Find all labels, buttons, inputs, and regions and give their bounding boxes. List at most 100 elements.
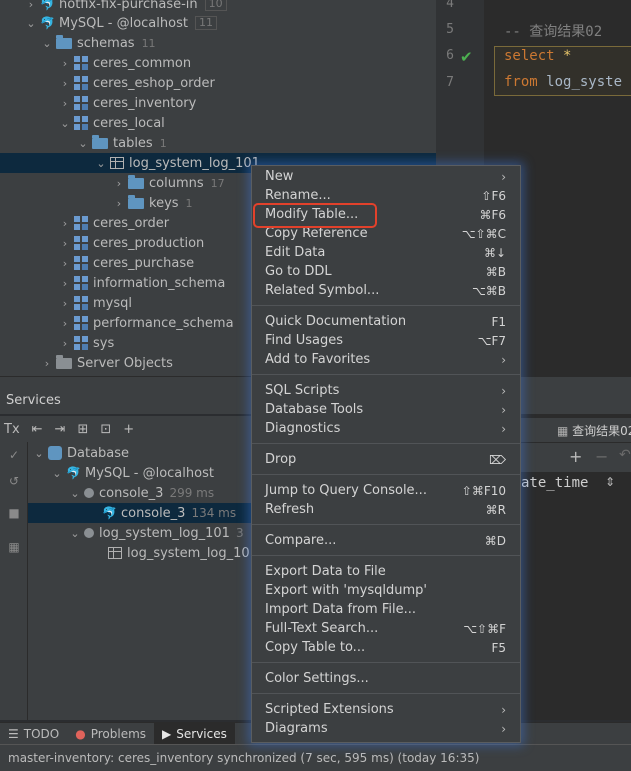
chevron-right-icon[interactable]: ›: [58, 337, 72, 350]
mysql-datasource-icon: 🐬: [40, 0, 55, 11]
chevron-right-icon[interactable]: ›: [24, 0, 38, 11]
services-title: Services: [6, 393, 61, 408]
service-node-database[interactable]: ⌄ Database: [32, 443, 129, 463]
chevron-right-icon[interactable]: ›: [58, 317, 72, 330]
modify-table-highlight-box: [253, 203, 377, 228]
tree-row-schema[interactable]: › ceres_inventory: [0, 93, 436, 113]
layout-icon[interactable]: ▦: [7, 540, 21, 554]
transaction-mode-button[interactable]: Tx: [4, 422, 20, 437]
chevron-down-icon[interactable]: ⌄: [68, 527, 82, 540]
chevron-right-icon[interactable]: ›: [112, 177, 126, 190]
group-by-icon[interactable]: ⊞: [77, 422, 88, 437]
menu-item-compare[interactable]: Compare... ⌘D: [252, 531, 520, 550]
menu-item-diagrams[interactable]: Diagrams ›: [252, 719, 520, 738]
chevron-right-icon: ›: [501, 402, 506, 417]
menu-item-add-to-favorites[interactable]: Add to Favorites ›: [252, 350, 520, 369]
commit-icon[interactable]: ✓: [7, 448, 21, 462]
menu-item-diagnostics[interactable]: Diagnostics ›: [252, 419, 520, 438]
menu-separator: [252, 662, 520, 663]
menu-item-full-text-search[interactable]: Full-Text Search... ⌥⇧⌘F: [252, 619, 520, 638]
schema-icon: [74, 216, 88, 230]
menu-separator: [252, 555, 520, 556]
service-node-console[interactable]: ⌄ console_3 299 ms: [68, 483, 214, 503]
schema-icon: [74, 336, 88, 350]
menu-item-quick-documentation[interactable]: Quick Documentation F1: [252, 312, 520, 331]
chevron-right-icon[interactable]: ›: [40, 357, 54, 370]
collapse-all-icon[interactable]: ⇥: [55, 422, 66, 437]
menu-item-database-tools[interactable]: Database Tools ›: [252, 400, 520, 419]
chevron-right-icon[interactable]: ›: [58, 217, 72, 230]
rollback-icon[interactable]: ↺: [7, 474, 21, 488]
add-row-icon[interactable]: +: [569, 447, 582, 466]
chevron-right-icon[interactable]: ›: [58, 97, 72, 110]
chevron-right-icon: ›: [501, 383, 506, 398]
schema-icon: [74, 76, 88, 90]
add-service-icon[interactable]: +: [123, 422, 134, 437]
chevron-down-icon[interactable]: ⌄: [40, 37, 54, 50]
tree-row-schema-ceres-local[interactable]: ⌄ ceres_local: [0, 113, 436, 133]
service-node-mysql[interactable]: ⌄ 🐬 MySQL - @localhost: [50, 463, 214, 483]
schema-icon: [74, 116, 88, 130]
chevron-down-icon[interactable]: ⌄: [68, 487, 82, 500]
chevron-right-icon[interactable]: ›: [58, 77, 72, 90]
tree-row-mysql-localhost[interactable]: ⌄ 🐬 MySQL - @localhost 11: [0, 13, 436, 33]
chevron-right-icon[interactable]: ›: [58, 277, 72, 290]
menu-item-edit-data[interactable]: Edit Data ⌘↓: [252, 243, 520, 262]
chevron-right-icon[interactable]: ›: [112, 197, 126, 210]
chevron-down-icon[interactable]: ⌄: [24, 17, 38, 30]
service-node-console-session[interactable]: 🐬 console_3 134 ms: [28, 503, 252, 523]
tab-todo[interactable]: ☰ TODO: [0, 723, 67, 745]
tree-row-tables[interactable]: ⌄ tables 1: [0, 133, 436, 153]
chevron-right-icon[interactable]: ›: [58, 237, 72, 250]
menu-item-find-usages[interactable]: Find Usages ⌥F7: [252, 331, 520, 350]
tab-query-result[interactable]: ▦ 查询结果02: [557, 422, 631, 439]
chevron-down-icon[interactable]: ⌄: [58, 117, 72, 130]
tree-row-schemas[interactable]: ⌄ schemas 11: [0, 33, 436, 53]
menu-item-copy-table-to[interactable]: Copy Table to... F5: [252, 638, 520, 657]
folder-icon: [56, 354, 72, 369]
menu-item-related-symbol[interactable]: Related Symbol... ⌥⌘B: [252, 281, 520, 300]
chevron-right-icon[interactable]: ›: [58, 297, 72, 310]
menu-item-export-data[interactable]: Export Data to File: [252, 562, 520, 581]
code-line: select *: [504, 48, 572, 64]
menu-separator: [252, 305, 520, 306]
sort-icon[interactable]: ⇕: [605, 475, 615, 489]
menu-item-go-to-ddl[interactable]: Go to DDL ⌘B: [252, 262, 520, 281]
menu-separator: [252, 524, 520, 525]
table-icon: ▦: [557, 424, 569, 438]
chevron-down-icon[interactable]: ⌄: [76, 137, 90, 150]
chevron-down-icon[interactable]: ⌄: [32, 447, 46, 460]
chevron-down-icon[interactable]: ⌄: [94, 157, 108, 170]
menu-item-color-settings[interactable]: Color Settings...: [252, 669, 520, 688]
stop-icon[interactable]: ■: [7, 506, 21, 520]
menu-item-scripted-extensions[interactable]: Scripted Extensions ›: [252, 700, 520, 719]
revert-icon[interactable]: ↶: [619, 447, 631, 463]
service-node-table-session[interactable]: ⌄ log_system_log_101 3: [68, 523, 243, 543]
menu-item-sql-scripts[interactable]: SQL Scripts ›: [252, 381, 520, 400]
menu-item-refresh[interactable]: Refresh ⌘R: [252, 500, 520, 519]
new-tab-icon[interactable]: ⊡: [100, 422, 111, 437]
menu-item-import-data[interactable]: Import Data from File...: [252, 600, 520, 619]
chevron-down-icon[interactable]: ⌄: [50, 467, 64, 480]
menu-item-export-mysqldump[interactable]: Export with 'mysqldump': [252, 581, 520, 600]
tree-row-schema[interactable]: › ceres_eshop_order: [0, 73, 436, 93]
menu-item-new[interactable]: New ›: [252, 167, 520, 186]
expand-all-icon[interactable]: ⇤: [32, 422, 43, 437]
folder-icon: [92, 134, 108, 149]
result-column-header[interactable]: ate_time ⇕: [521, 472, 631, 498]
menu-separator: [252, 443, 520, 444]
menu-item-jump-to-query-console[interactable]: Jump to Query Console... ⇧⌘F10: [252, 481, 520, 500]
tree-row-schema[interactable]: › ceres_common: [0, 53, 436, 73]
menu-separator: [252, 374, 520, 375]
check-icon[interactable]: ✔: [460, 48, 473, 66]
table-icon: [110, 157, 124, 169]
chevron-right-icon[interactable]: ›: [58, 257, 72, 270]
menu-item-drop[interactable]: Drop ⌦: [252, 450, 520, 469]
service-node-table[interactable]: log_system_log_101: [106, 543, 258, 563]
tab-services[interactable]: ▶ Services: [154, 722, 235, 745]
chevron-right-icon: ›: [501, 352, 506, 367]
chevron-right-icon[interactable]: ›: [58, 57, 72, 70]
remove-row-icon[interactable]: −: [595, 447, 608, 466]
tree-row-hotfix[interactable]: › 🐬 hotfix-fix-purchase-in 10: [0, 0, 436, 14]
tab-problems[interactable]: ● Problems: [67, 723, 154, 745]
